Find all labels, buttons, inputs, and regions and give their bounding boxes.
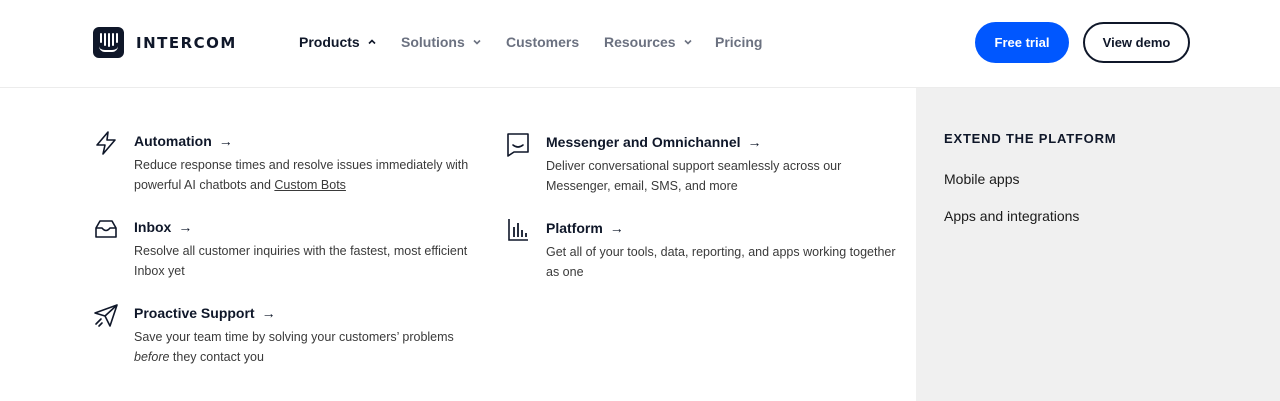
proactive-support-description: Save your team time by solving your cust… <box>134 330 454 364</box>
platform-link[interactable]: Platform → <box>546 220 624 236</box>
nav-item-label: Resources <box>604 34 676 50</box>
brand-name: INTERCOM <box>136 33 237 52</box>
inbox-link[interactable]: Inbox → <box>134 219 192 235</box>
nav-item-label: Products <box>299 34 360 50</box>
messenger-link[interactable]: Messenger and Omnichannel → <box>546 134 762 150</box>
intercom-logo-icon <box>93 27 124 58</box>
proactive-support-link[interactable]: Proactive Support → <box>134 305 276 321</box>
nav-item-customers[interactable]: Customers <box>506 34 579 50</box>
automation-title: Automation <box>134 133 212 149</box>
platform-description: Get all of your tools, data, reporting, … <box>546 245 896 279</box>
nav-item-label: Pricing <box>715 34 763 50</box>
chat-bubble-icon <box>507 133 529 157</box>
automation-description: Reduce response times and resolve issues… <box>134 158 469 192</box>
nav-item-solutions[interactable]: Solutions <box>401 34 482 50</box>
intercom-logo[interactable]: INTERCOM <box>93 27 237 58</box>
nav-item-label: Customers <box>506 34 580 50</box>
messenger-title: Messenger and Omnichannel <box>546 134 741 150</box>
custom-bots-link[interactable]: Custom Bots <box>274 178 346 192</box>
arrow-right-icon: → <box>218 133 233 149</box>
chevron-up-icon <box>368 39 376 45</box>
inbox-tray-icon <box>95 220 117 238</box>
arrow-right-icon: → <box>178 219 193 235</box>
inbox-description: Resolve all customer inquiries with the … <box>134 244 468 278</box>
proactive-support-title: Proactive Support <box>134 305 255 321</box>
nav-item-resources[interactable]: Resources <box>604 34 693 50</box>
lightning-icon <box>96 131 116 155</box>
nav-item-label: Solutions <box>401 34 465 50</box>
platform-title: Platform <box>546 220 603 236</box>
arrow-right-icon: → <box>609 220 624 236</box>
nav-item-pricing[interactable]: Pricing <box>715 34 762 50</box>
extend-platform-heading: EXTEND THE PLATFORM <box>944 131 1117 146</box>
automation-link[interactable]: Automation → <box>134 133 233 149</box>
chevron-down-icon <box>473 39 481 45</box>
arrow-right-icon: → <box>747 134 762 150</box>
paper-plane-icon <box>94 304 118 327</box>
view-demo-button[interactable]: View demo <box>1083 22 1190 63</box>
apps-and-integrations-link[interactable]: Apps and integrations <box>944 208 1079 224</box>
top-navigation-bar: INTERCOM Products Solutions Customers Re… <box>0 0 1280 88</box>
inbox-title: Inbox <box>134 219 172 235</box>
free-trial-button[interactable]: Free trial <box>975 22 1069 63</box>
bar-chart-icon <box>508 219 528 241</box>
mobile-apps-link[interactable]: Mobile apps <box>944 171 1020 187</box>
arrow-right-icon: → <box>261 305 276 321</box>
messenger-description: Deliver conversational support seamlessl… <box>546 159 842 193</box>
chevron-down-icon <box>684 39 692 45</box>
nav-item-products[interactable]: Products <box>299 34 377 50</box>
